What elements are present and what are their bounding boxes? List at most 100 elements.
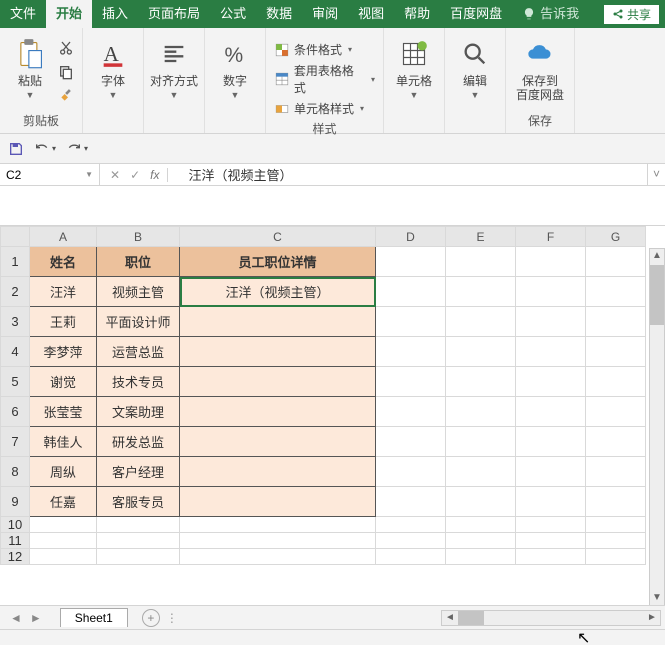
select-all-button[interactable] (1, 227, 30, 247)
cell[interactable] (180, 549, 376, 565)
cell[interactable] (586, 277, 646, 307)
scroll-right-button[interactable]: ► (644, 612, 660, 623)
table-format-button[interactable]: 套用表格格式▾ (272, 61, 377, 97)
align-button[interactable]: 对齐方式 ▼ (150, 34, 198, 100)
cell[interactable] (180, 307, 376, 337)
sheet-tab[interactable]: Sheet1 (60, 608, 128, 627)
row-header[interactable]: 5 (1, 367, 30, 397)
col-header[interactable]: B (97, 227, 180, 247)
col-header[interactable]: G (586, 227, 646, 247)
number-button[interactable]: % 数字 ▼ (211, 34, 259, 100)
tab-data[interactable]: 数据 (256, 0, 302, 28)
cell[interactable]: 客户经理 (97, 457, 180, 487)
cell[interactable] (180, 427, 376, 457)
cell[interactable] (446, 247, 516, 277)
cell[interactable] (516, 247, 586, 277)
cell[interactable] (516, 427, 586, 457)
row-header[interactable]: 1 (1, 247, 30, 277)
row-header[interactable]: 11 (1, 533, 30, 549)
scroll-thumb[interactable] (650, 265, 664, 325)
cell[interactable] (376, 427, 446, 457)
cell[interactable]: 谢觉 (30, 367, 97, 397)
cancel-formula-button[interactable]: ✕ (110, 168, 120, 182)
tab-file[interactable]: 文件 (0, 0, 46, 28)
cell[interactable] (446, 337, 516, 367)
row-header[interactable]: 6 (1, 397, 30, 427)
conditional-format-button[interactable]: 条件格式▾ (272, 40, 377, 59)
share-button[interactable]: 共享 (604, 5, 659, 24)
horizontal-scrollbar[interactable]: ◄ ► (441, 610, 661, 626)
save-baidu-button[interactable]: 保存到百度网盘 (512, 34, 568, 102)
tab-formulas[interactable]: 公式 (210, 0, 256, 28)
cell[interactable] (97, 549, 180, 565)
cell[interactable] (376, 397, 446, 427)
cell[interactable] (586, 397, 646, 427)
formula-expand-button[interactable]: ˅ (647, 164, 665, 185)
scroll-thumb[interactable] (458, 611, 484, 625)
cell[interactable] (180, 337, 376, 367)
cell[interactable] (516, 533, 586, 549)
cell[interactable] (30, 549, 97, 565)
font-button[interactable]: A 字体 ▼ (89, 34, 137, 100)
cell[interactable]: 文案助理 (97, 397, 180, 427)
cell[interactable] (180, 457, 376, 487)
col-header[interactable]: C (180, 227, 376, 247)
tab-home[interactable]: 开始 (46, 0, 92, 28)
format-painter-button[interactable] (56, 86, 76, 106)
paste-button[interactable]: 粘贴 ▼ (6, 34, 54, 100)
tab-tell-me[interactable]: 告诉我 (512, 0, 589, 28)
cell[interactable] (376, 337, 446, 367)
cell[interactable]: 研发总监 (97, 427, 180, 457)
cell[interactable] (180, 367, 376, 397)
cell[interactable] (376, 307, 446, 337)
cell[interactable]: 周纵 (30, 457, 97, 487)
row-header[interactable]: 7 (1, 427, 30, 457)
row-header[interactable]: 12 (1, 549, 30, 565)
cut-button[interactable] (56, 38, 76, 58)
cell[interactable] (180, 517, 376, 533)
col-header[interactable]: E (446, 227, 516, 247)
tab-help[interactable]: 帮助 (394, 0, 440, 28)
cell[interactable] (516, 397, 586, 427)
tab-view[interactable]: 视图 (348, 0, 394, 28)
cell[interactable] (97, 517, 180, 533)
row-header[interactable]: 4 (1, 337, 30, 367)
cell[interactable] (516, 457, 586, 487)
cell-style-button[interactable]: 单元格样式▾ (272, 99, 377, 118)
col-header[interactable]: A (30, 227, 97, 247)
cell[interactable] (516, 307, 586, 337)
cell[interactable]: 客服专员 (97, 487, 180, 517)
cell[interactable]: 运营总监 (97, 337, 180, 367)
vertical-scrollbar[interactable]: ▲ ▼ (649, 248, 665, 608)
edit-button[interactable]: 编辑 ▼ (451, 34, 499, 100)
worksheet[interactable]: A B C D E F G 1 姓名 职位 员工职位详情 2 汪洋 视频主管 汪… (0, 226, 646, 588)
cell[interactable] (586, 457, 646, 487)
sheet-nav-prev[interactable]: ◄ (10, 611, 22, 625)
cell[interactable] (586, 533, 646, 549)
sheet-bar-grip[interactable]: ⋮ (166, 611, 178, 625)
cell[interactable]: 员工职位详情 (180, 247, 376, 277)
cell[interactable] (376, 549, 446, 565)
cell[interactable] (376, 277, 446, 307)
cell[interactable]: 平面设计师 (97, 307, 180, 337)
accept-formula-button[interactable]: ✓ (130, 168, 140, 182)
cell[interactable] (446, 487, 516, 517)
save-button[interactable] (8, 141, 24, 157)
undo-button[interactable]: ▾ (34, 141, 56, 157)
sheet-nav-next[interactable]: ► (30, 611, 42, 625)
cell[interactable]: 视频主管 (97, 277, 180, 307)
redo-button[interactable]: ▾ (66, 141, 88, 157)
cell[interactable]: 王莉 (30, 307, 97, 337)
cell[interactable] (30, 517, 97, 533)
scroll-up-button[interactable]: ▲ (650, 249, 664, 265)
cell[interactable] (446, 427, 516, 457)
cell[interactable] (446, 533, 516, 549)
cell[interactable] (586, 549, 646, 565)
tab-review[interactable]: 审阅 (302, 0, 348, 28)
cell[interactable] (376, 457, 446, 487)
cell[interactable] (30, 533, 97, 549)
copy-button[interactable] (56, 62, 76, 82)
cell[interactable] (516, 277, 586, 307)
row-header[interactable]: 9 (1, 487, 30, 517)
cell[interactable]: 姓名 (30, 247, 97, 277)
